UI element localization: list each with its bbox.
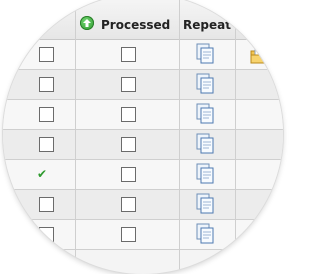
header-extra-column[interactable]: [235, 0, 283, 39]
select-checkbox[interactable]: [39, 47, 54, 62]
select-checkbox[interactable]: [39, 227, 54, 242]
processed-checkbox[interactable]: [121, 47, 136, 62]
folder-envelope-icon[interactable]: [250, 45, 272, 65]
processed-column-label: Processed: [101, 18, 171, 32]
document-copy-icon[interactable]: [195, 73, 215, 95]
column-divider: [235, 39, 236, 274]
processed-checkbox[interactable]: [121, 137, 136, 152]
data-grid: Processed Repeat ✔: [3, 0, 283, 274]
column-divider: [179, 39, 180, 274]
document-copy-icon[interactable]: [195, 193, 215, 215]
table-row[interactable]: [3, 100, 283, 130]
header-processed-column[interactable]: Processed: [75, 0, 180, 39]
processed-checkbox[interactable]: [121, 227, 136, 242]
table-row[interactable]: [3, 190, 283, 220]
magnifier-lens: Processed Repeat ✔: [3, 0, 283, 274]
document-copy-icon[interactable]: [195, 103, 215, 125]
processed-checkbox[interactable]: [121, 107, 136, 122]
grid-header: Processed Repeat: [3, 0, 283, 40]
select-checkbox[interactable]: [39, 77, 54, 92]
processed-checkbox[interactable]: [121, 77, 136, 92]
processed-checkbox[interactable]: [121, 167, 136, 182]
column-divider: [75, 39, 76, 274]
table-row[interactable]: [3, 70, 283, 100]
processed-checkbox[interactable]: [121, 197, 136, 212]
header-repeat-column[interactable]: Repeat: [179, 0, 236, 39]
select-checkbox[interactable]: [39, 107, 54, 122]
checkmark-icon[interactable]: ✔: [37, 167, 47, 181]
select-checkbox[interactable]: [39, 197, 54, 212]
document-copy-icon[interactable]: [195, 163, 215, 185]
table-row[interactable]: [3, 130, 283, 160]
document-copy-icon[interactable]: [195, 43, 215, 65]
repeat-column-label: Repeat: [183, 18, 231, 32]
document-copy-icon[interactable]: [195, 223, 215, 245]
document-copy-icon[interactable]: [195, 133, 215, 155]
table-row[interactable]: [3, 220, 283, 250]
sort-green-icon[interactable]: [80, 16, 94, 30]
table-row[interactable]: ✔: [3, 160, 283, 190]
table-row[interactable]: [3, 40, 283, 70]
select-checkbox[interactable]: [39, 137, 54, 152]
header-select-column[interactable]: [3, 0, 76, 39]
